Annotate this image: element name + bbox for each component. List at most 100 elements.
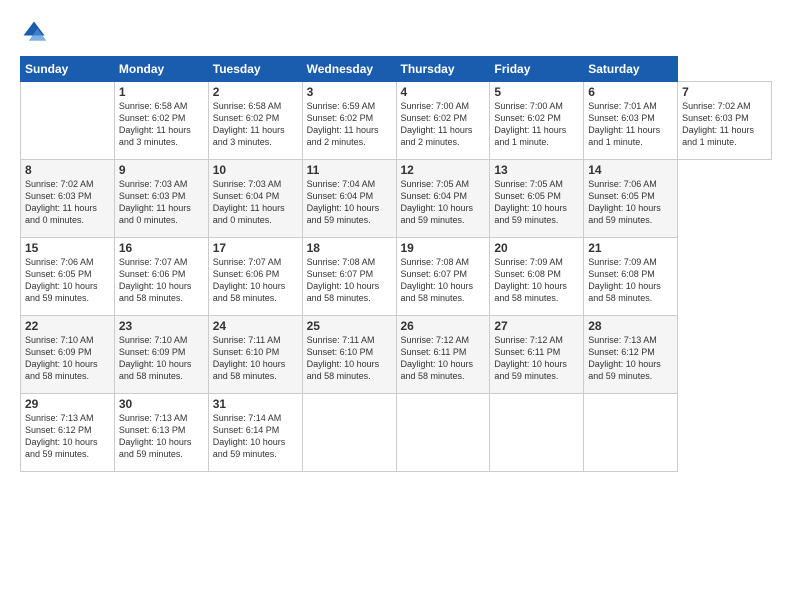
day-number: 29 xyxy=(25,397,110,411)
cell-line: Sunrise: 6:59 AM xyxy=(307,100,392,112)
calendar-cell: 19Sunrise: 7:08 AMSunset: 6:07 PMDayligh… xyxy=(396,238,490,316)
cell-line: Sunset: 6:03 PM xyxy=(119,190,204,202)
cell-line: Daylight: 10 hours xyxy=(401,202,486,214)
calendar-cell: 2Sunrise: 6:58 AMSunset: 6:02 PMDaylight… xyxy=(208,82,302,160)
day-number: 15 xyxy=(25,241,110,255)
day-number: 23 xyxy=(119,319,204,333)
cell-line: Sunrise: 7:13 AM xyxy=(25,412,110,424)
calendar-cell: 15Sunrise: 7:06 AMSunset: 6:05 PMDayligh… xyxy=(21,238,115,316)
day-number: 30 xyxy=(119,397,204,411)
cell-line: Sunset: 6:02 PM xyxy=(401,112,486,124)
calendar-cell xyxy=(21,82,115,160)
calendar-cell: 25Sunrise: 7:11 AMSunset: 6:10 PMDayligh… xyxy=(302,316,396,394)
cell-line: Daylight: 11 hours xyxy=(307,124,392,136)
cell-line: Sunrise: 7:12 AM xyxy=(401,334,486,346)
cell-line: and 3 minutes. xyxy=(213,136,298,148)
calendar-cell: 11Sunrise: 7:04 AMSunset: 6:04 PMDayligh… xyxy=(302,160,396,238)
cell-line: Sunrise: 7:13 AM xyxy=(588,334,673,346)
cell-line: Sunset: 6:04 PM xyxy=(401,190,486,202)
cell-line: Sunset: 6:02 PM xyxy=(119,112,204,124)
cell-line: and 59 minutes. xyxy=(25,448,110,460)
day-number: 16 xyxy=(119,241,204,255)
cell-line: Sunset: 6:07 PM xyxy=(307,268,392,280)
cell-line: Daylight: 10 hours xyxy=(307,358,392,370)
cell-line: Daylight: 10 hours xyxy=(588,202,673,214)
cell-line: and 58 minutes. xyxy=(494,292,579,304)
calendar-cell xyxy=(396,394,490,472)
day-number: 2 xyxy=(213,85,298,99)
cell-line: Daylight: 10 hours xyxy=(494,358,579,370)
cell-line: Sunrise: 7:13 AM xyxy=(119,412,204,424)
calendar-cell: 30Sunrise: 7:13 AMSunset: 6:13 PMDayligh… xyxy=(114,394,208,472)
week-row-5: 29Sunrise: 7:13 AMSunset: 6:12 PMDayligh… xyxy=(21,394,772,472)
cell-line: and 59 minutes. xyxy=(588,214,673,226)
cell-line: Daylight: 10 hours xyxy=(307,202,392,214)
cell-line: Sunrise: 7:04 AM xyxy=(307,178,392,190)
cell-line: Daylight: 10 hours xyxy=(119,436,204,448)
cell-line: and 1 minute. xyxy=(494,136,579,148)
day-number: 24 xyxy=(213,319,298,333)
cell-line: Sunset: 6:02 PM xyxy=(494,112,579,124)
cell-line: Sunset: 6:14 PM xyxy=(213,424,298,436)
cell-line: Daylight: 10 hours xyxy=(588,358,673,370)
cell-line: Daylight: 10 hours xyxy=(119,280,204,292)
calendar-cell: 31Sunrise: 7:14 AMSunset: 6:14 PMDayligh… xyxy=(208,394,302,472)
calendar-header-row: SundayMondayTuesdayWednesdayThursdayFrid… xyxy=(21,57,772,82)
cell-line: and 1 minute. xyxy=(588,136,673,148)
cell-line: and 59 minutes. xyxy=(588,370,673,382)
cell-line: Sunrise: 7:00 AM xyxy=(401,100,486,112)
day-header-thursday: Thursday xyxy=(396,57,490,82)
day-number: 31 xyxy=(213,397,298,411)
cell-line: and 3 minutes. xyxy=(119,136,204,148)
cell-line: Sunset: 6:08 PM xyxy=(494,268,579,280)
cell-line: and 2 minutes. xyxy=(307,136,392,148)
cell-line: Daylight: 11 hours xyxy=(119,124,204,136)
cell-line: and 59 minutes. xyxy=(494,370,579,382)
cell-line: Sunrise: 7:09 AM xyxy=(588,256,673,268)
cell-line: Daylight: 10 hours xyxy=(588,280,673,292)
day-number: 13 xyxy=(494,163,579,177)
day-number: 19 xyxy=(401,241,486,255)
cell-line: and 59 minutes. xyxy=(401,214,486,226)
cell-line: Sunset: 6:13 PM xyxy=(119,424,204,436)
calendar-cell: 17Sunrise: 7:07 AMSunset: 6:06 PMDayligh… xyxy=(208,238,302,316)
cell-line: Sunset: 6:04 PM xyxy=(213,190,298,202)
calendar-cell: 7Sunrise: 7:02 AMSunset: 6:03 PMDaylight… xyxy=(678,82,772,160)
day-number: 11 xyxy=(307,163,392,177)
cell-line: Sunrise: 7:03 AM xyxy=(213,178,298,190)
cell-line: Daylight: 10 hours xyxy=(213,436,298,448)
day-header-wednesday: Wednesday xyxy=(302,57,396,82)
calendar-cell: 29Sunrise: 7:13 AMSunset: 6:12 PMDayligh… xyxy=(21,394,115,472)
calendar-cell: 5Sunrise: 7:00 AMSunset: 6:02 PMDaylight… xyxy=(490,82,584,160)
cell-line: Daylight: 10 hours xyxy=(25,280,110,292)
cell-line: Sunrise: 7:05 AM xyxy=(494,178,579,190)
calendar-cell: 9Sunrise: 7:03 AMSunset: 6:03 PMDaylight… xyxy=(114,160,208,238)
cell-line: and 59 minutes. xyxy=(213,448,298,460)
calendar-cell: 14Sunrise: 7:06 AMSunset: 6:05 PMDayligh… xyxy=(584,160,678,238)
week-row-4: 22Sunrise: 7:10 AMSunset: 6:09 PMDayligh… xyxy=(21,316,772,394)
cell-line: Sunrise: 6:58 AM xyxy=(119,100,204,112)
cell-line: and 58 minutes. xyxy=(401,292,486,304)
calendar-cell: 21Sunrise: 7:09 AMSunset: 6:08 PMDayligh… xyxy=(584,238,678,316)
day-number: 6 xyxy=(588,85,673,99)
cell-line: and 58 minutes. xyxy=(119,370,204,382)
cell-line: Sunset: 6:09 PM xyxy=(119,346,204,358)
cell-line: Daylight: 11 hours xyxy=(213,202,298,214)
calendar-cell: 8Sunrise: 7:02 AMSunset: 6:03 PMDaylight… xyxy=(21,160,115,238)
day-number: 9 xyxy=(119,163,204,177)
cell-line: Sunrise: 7:11 AM xyxy=(213,334,298,346)
cell-line: Sunset: 6:09 PM xyxy=(25,346,110,358)
cell-line: Sunrise: 7:08 AM xyxy=(307,256,392,268)
cell-line: Daylight: 10 hours xyxy=(213,358,298,370)
day-header-sunday: Sunday xyxy=(21,57,115,82)
day-number: 1 xyxy=(119,85,204,99)
week-row-3: 15Sunrise: 7:06 AMSunset: 6:05 PMDayligh… xyxy=(21,238,772,316)
cell-line: Daylight: 10 hours xyxy=(494,280,579,292)
cell-line: and 58 minutes. xyxy=(119,292,204,304)
cell-line: Sunrise: 7:07 AM xyxy=(119,256,204,268)
cell-line: Sunrise: 7:09 AM xyxy=(494,256,579,268)
cell-line: Sunrise: 7:07 AM xyxy=(213,256,298,268)
cell-line: and 59 minutes. xyxy=(119,448,204,460)
day-number: 26 xyxy=(401,319,486,333)
day-number: 4 xyxy=(401,85,486,99)
